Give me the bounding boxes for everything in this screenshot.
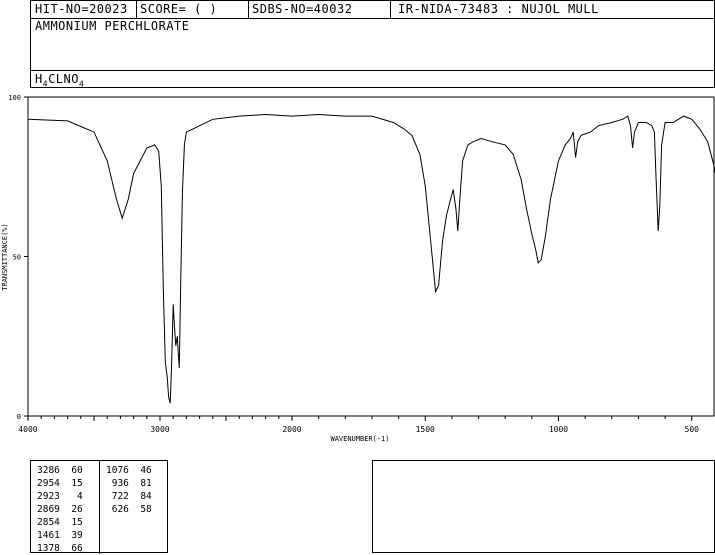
y-tick-label: 50 [13,254,21,262]
peak-row: 936 81 [106,478,152,489]
spectrum-line [27,113,715,404]
x-tick-label: 3000 [150,425,169,434]
x-tick-label: 2000 [282,425,301,434]
peak-row: 1461 39 [37,530,83,541]
peak-row: 722 84 [106,491,152,502]
peak-table: 3286 60 2954 15 2923 4 2869 26 2854 15 1461 3… [30,460,168,555]
x-tick-label: 1500 [416,425,435,434]
divider [99,461,100,554]
x-tick-label: 1000 [549,425,568,434]
peak-row: 2854 15 [37,517,83,528]
peak-row: 1076 46 [106,465,152,476]
x-axis-label: WAVENUMBER(-1) [330,435,389,443]
peak-column-1: 3286 60 2954 15 2923 4 2869 26 2854 15 1461 3… [37,464,83,555]
peak-row: 2923 4 [37,491,83,502]
x-tick-label: 4000 [18,425,37,434]
y-axis-label: TRANSMITTANCE(%) [1,223,9,290]
ir-spectrum-chart: 4000 3000 2000 1500 1000 500 0 50 100 WAVENUMBER(… [1,94,715,443]
peak-row: 2954 15 [37,478,83,489]
peak-row: 626 58 [106,504,152,515]
y-tick-label: 0 [17,413,21,421]
x-tick-label: 500 [685,425,700,434]
peak-row: 2869 26 [37,504,83,515]
peak-row: 1378 66 [37,543,83,554]
peak-column-2: 1076 46 936 81 722 84 626 58 [106,464,152,516]
blank-panel [372,460,715,553]
y-tick-label: 100 [8,94,21,102]
peak-row: 3286 60 [37,465,83,476]
plot-frame [27,96,715,417]
